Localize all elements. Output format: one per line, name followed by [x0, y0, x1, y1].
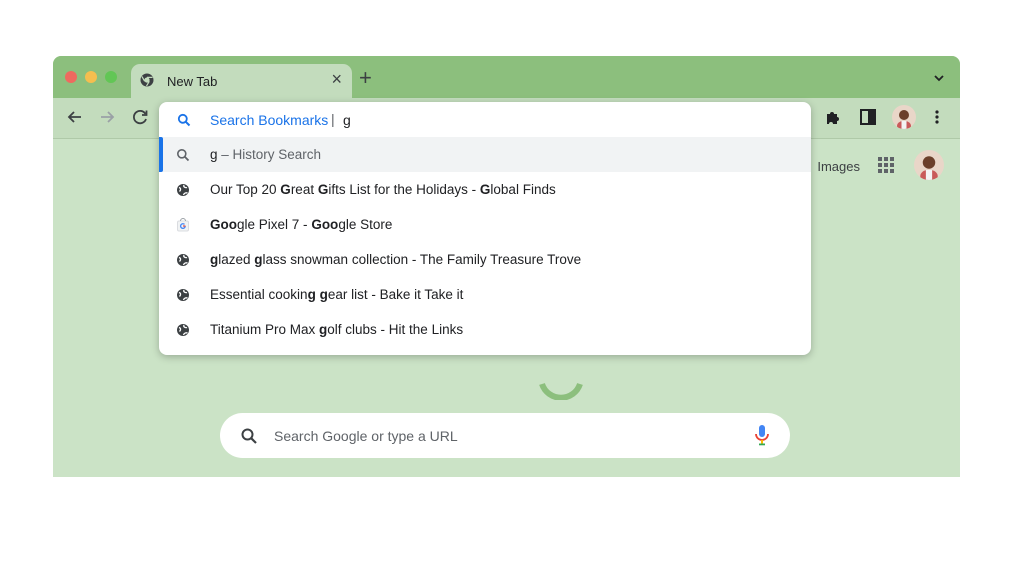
- search-icon: [177, 149, 190, 162]
- back-button[interactable]: [64, 106, 86, 128]
- match-highlight: g: [307, 287, 316, 302]
- images-link[interactable]: Images: [817, 159, 860, 174]
- selection-indicator: [159, 137, 163, 172]
- suggestion-text-part: Essential cookin: [210, 287, 308, 302]
- search-bookmarks-keyword: Search Bookmarks: [210, 112, 329, 128]
- globe-icon: [177, 324, 189, 336]
- match-highlight: g: [319, 287, 328, 302]
- keyword-separator: |: [331, 111, 335, 127]
- extensions-puzzle-icon[interactable]: [823, 107, 843, 127]
- new-tab-button[interactable]: +: [359, 67, 372, 89]
- suggestion-text-part: olf clubs - Hit the Links: [327, 322, 464, 337]
- match-highlight: g: [254, 252, 263, 267]
- suggestion-text: Our Top 20 Great Gifts List for the Holi…: [210, 182, 556, 197]
- suggestion-text-part: lazed: [218, 252, 255, 267]
- ntp-search-box[interactable]: [220, 413, 790, 458]
- suggestion-text-part: lobal Finds: [490, 182, 556, 197]
- suggestion-text: Google Pixel 7 - Google Store: [210, 217, 392, 232]
- suggestion-row[interactable]: Our Top 20 Great Gifts List for the Holi…: [159, 172, 811, 207]
- match-highlight: G: [280, 182, 291, 197]
- ntp-profile-avatar[interactable]: [914, 150, 944, 180]
- tab-title: New Tab: [167, 74, 218, 89]
- search-icon: [177, 113, 191, 127]
- suggestion-text-part: ear list - Bake it Take it: [327, 287, 464, 302]
- apps-grid-icon[interactable]: [877, 156, 895, 174]
- search-icon: [241, 428, 257, 444]
- microphone-icon[interactable]: [754, 424, 770, 446]
- match-highlight: G: [317, 182, 329, 197]
- suggestion-text-part: g: [338, 217, 346, 232]
- side-panel-icon[interactable]: [858, 107, 878, 127]
- person-icon: [920, 156, 938, 180]
- suggestion-text-part: lass snowman collection - The Family Tre…: [262, 252, 582, 267]
- tab-new-tab[interactable]: New Tab ×: [131, 64, 352, 98]
- history-suffix: – History Search: [217, 147, 322, 162]
- google-store-icon: [177, 218, 189, 232]
- suggestion-text-part: le: [244, 217, 256, 232]
- omnibox-typed-text: g: [343, 112, 351, 128]
- google-logo-partial-icon: [539, 382, 583, 400]
- match-highlight: Goo: [210, 217, 237, 232]
- close-window-button[interactable]: [65, 71, 77, 83]
- tab-search-chevron-icon[interactable]: [932, 71, 946, 85]
- more-menu-icon[interactable]: [927, 107, 947, 127]
- suggestion-row[interactable]: Google Pixel 7 - Google Store: [159, 207, 811, 242]
- suggestion-text-part: Our Top 20: [210, 182, 281, 197]
- profile-avatar[interactable]: [892, 105, 916, 129]
- suggestion-text-part: reat: [290, 182, 318, 197]
- suggestion-row[interactable]: Titanium Pro Max golf clubs - Hit the Li…: [159, 312, 811, 347]
- match-highlight: Goo: [311, 217, 339, 232]
- close-tab-icon[interactable]: ×: [331, 69, 342, 90]
- suggestion-text: Essential cooking gear list - Bake it Ta…: [210, 287, 463, 302]
- forward-button[interactable]: [96, 106, 118, 128]
- suggestion-text-part: g: [237, 217, 245, 232]
- history-search-label: g – History Search: [210, 147, 321, 162]
- person-icon: [897, 110, 911, 129]
- suggestion-text: glazed glass snowman collection - The Fa…: [210, 252, 581, 267]
- ntp-search-input[interactable]: [272, 423, 736, 449]
- reload-button[interactable]: [129, 106, 151, 128]
- suggestion-text-part: ifts List for the Holidays -: [328, 182, 480, 197]
- suggestion-history-search[interactable]: g – History Search: [159, 137, 811, 172]
- minimize-window-button[interactable]: [85, 71, 97, 83]
- match-highlight: g: [210, 252, 219, 267]
- suggestion-row[interactable]: glazed glass snowman collection - The Fa…: [159, 242, 811, 277]
- suggestion-text-part: le Store: [345, 217, 393, 232]
- match-highlight: G: [479, 182, 491, 197]
- globe-icon: [177, 289, 189, 301]
- history-query: g: [210, 147, 218, 162]
- chrome-icon: [140, 73, 154, 87]
- suggestion-text-part: Pixel 7 -: [255, 217, 312, 232]
- omnibox-input[interactable]: Search Bookmarks | g: [159, 102, 811, 138]
- suggestion-row[interactable]: Essential cooking gear list - Bake it Ta…: [159, 277, 811, 312]
- suggestion-text: Titanium Pro Max golf clubs - Hit the Li…: [210, 322, 463, 337]
- globe-icon: [177, 254, 189, 266]
- tab-strip: New Tab × +: [53, 56, 960, 98]
- globe-icon: [177, 184, 189, 196]
- maximize-window-button[interactable]: [105, 71, 117, 83]
- omnibox-dropdown: Search Bookmarks | g g – History Search …: [159, 102, 811, 355]
- suggestion-text-part: Titanium Pro Max: [210, 322, 320, 337]
